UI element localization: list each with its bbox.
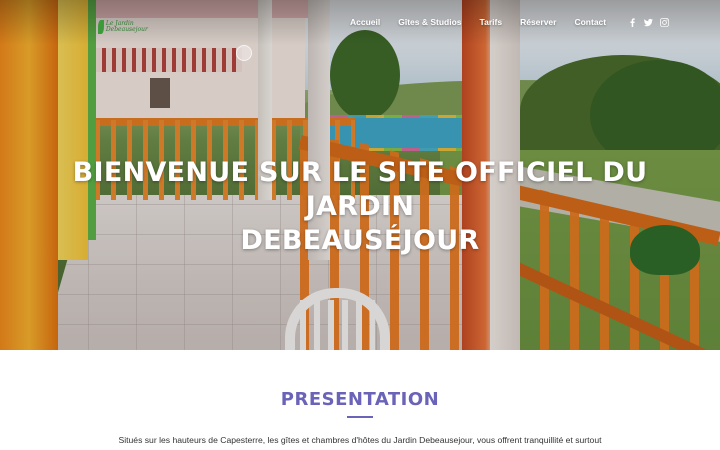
- section-title: PRESENTATION: [280, 389, 440, 410]
- twitter-icon[interactable]: [644, 18, 654, 27]
- presentation-section: PRESENTATION Situés sur les hauteurs de …: [0, 350, 720, 450]
- nav-item-accueil[interactable]: Accueil: [350, 17, 380, 27]
- logo-text: Le Jardin Debeausejour: [105, 20, 148, 33]
- hero-title: BIENVENUE SUR LE SITE OFFICIEL DU JARDIN…: [20, 156, 700, 258]
- nav-item-reserver[interactable]: Réserver: [520, 17, 556, 27]
- nav-item-tarifs[interactable]: Tarifs: [480, 17, 503, 27]
- presentation-text: Situés sur les hauteurs de Capesterre, l…: [118, 435, 602, 445]
- leaf-icon: [98, 20, 104, 34]
- nav-item-contact[interactable]: Contact: [574, 17, 606, 27]
- title-divider: [347, 416, 373, 418]
- nav-item-gites-studios[interactable]: Gîtes & Studios: [398, 17, 461, 27]
- facebook-icon[interactable]: [628, 17, 637, 27]
- hero-title-line1: BIENVENUE SUR LE SITE OFFICIEL DU JARDIN: [72, 157, 648, 222]
- slider-control[interactable]: [236, 45, 252, 61]
- social-links: [628, 17, 670, 27]
- instagram-icon[interactable]: [660, 17, 670, 27]
- site-logo[interactable]: Le Jardin Debeausejour: [98, 16, 148, 38]
- main-nav: Accueil Gîtes & Studios Tarifs Réserver …: [350, 14, 670, 30]
- hero-title-line2: DEBEAUSÉJOUR: [240, 225, 480, 256]
